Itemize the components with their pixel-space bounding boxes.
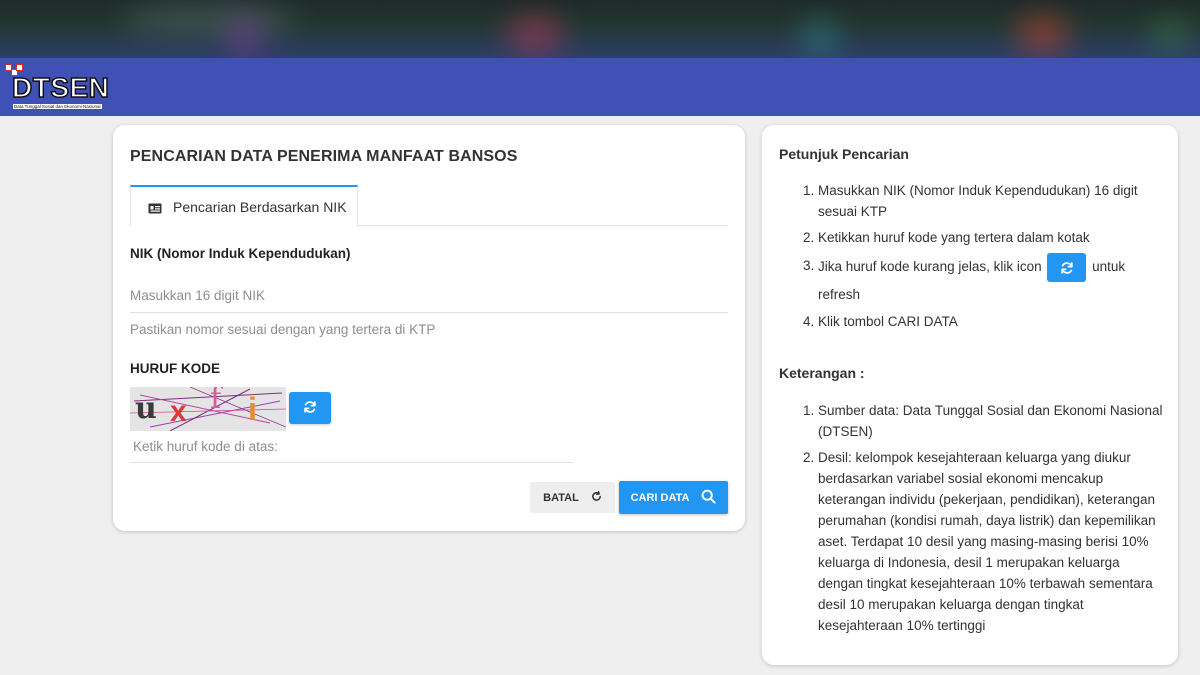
list-item: 2. Desil: kelompok kesejahteraan keluarga… [803, 450, 1156, 633]
captcha-char: i [248, 391, 257, 427]
logo-subtitle: Data Tunggal Sosial dan Ekonomi Nasional [13, 104, 102, 109]
list-item: 1. Masukkan NIK (Nomor Induk Kependudukan… [803, 183, 1138, 219]
list-item: 2. Ketikkan huruf kode yang tertera dalam… [803, 230, 1090, 245]
search-card: PENCARIAN DATA PENERIMA MANFAAT BANSOS P… [113, 125, 745, 531]
list-item: 4. Klik tombol CARI DATA [803, 314, 958, 329]
notes-title: Keterangan : [779, 365, 865, 381]
tab-search-by-nik[interactable]: Pencarian Berdasarkan NIK [130, 185, 358, 226]
guide-title: Petunjuk Pencarian [779, 146, 909, 162]
id-card-icon [148, 201, 162, 214]
code-input[interactable] [130, 431, 573, 463]
captcha-refresh-button[interactable] [289, 392, 331, 424]
list-item: 3. Jika huruf kode kurang jelas, klik ico… [803, 253, 1166, 307]
list-item: 1. Sumber data: Data Tunggal Sosial dan E… [803, 403, 1163, 439]
nik-hint: Pastikan nomor sesuai dengan yang terter… [130, 322, 436, 337]
refresh-icon [1047, 253, 1087, 282]
logo-mark-icon [16, 64, 23, 71]
search-icon [701, 489, 717, 507]
captcha-char: f [210, 387, 222, 416]
cancel-button[interactable]: BATAL [530, 482, 615, 513]
logo-wordmark: DTSEN [11, 72, 110, 103]
background-strip [0, 0, 1200, 58]
tab-label: Pencarian Berdasarkan NIK [173, 198, 347, 215]
cancel-button-label: BATAL [543, 491, 579, 504]
navbar: DTSEN Data Tunggal Sosial dan Ekonomi Na… [0, 58, 1200, 116]
nik-input[interactable] [130, 279, 728, 313]
reset-icon [591, 490, 602, 505]
search-button-label: CARI DATA [630, 491, 690, 504]
guide-card: Petunjuk Pencarian 1. Masukkan NIK (Nomor… [762, 125, 1178, 665]
captcha-image: u x f i [130, 387, 286, 431]
nik-label: NIK (Nomor Induk Kependudukan) [130, 246, 351, 261]
search-button[interactable]: CARI DATA [619, 481, 728, 514]
code-label: HURUF KODE [130, 361, 220, 376]
captcha-char: u [135, 391, 157, 426]
page-title: PENCARIAN DATA PENERIMA MANFAAT BANSOS [130, 148, 518, 165]
captcha-char: x [170, 395, 187, 428]
dtsen-logo[interactable]: DTSEN Data Tunggal Sosial dan Ekonomi Na… [5, 64, 120, 110]
guide-steps: 1. Masukkan NIK (Nomor Induk Kependudukan… [803, 180, 1166, 332]
refresh-icon [303, 400, 317, 417]
notes-list: 1. Sumber data: Data Tunggal Sosial dan E… [803, 400, 1166, 636]
